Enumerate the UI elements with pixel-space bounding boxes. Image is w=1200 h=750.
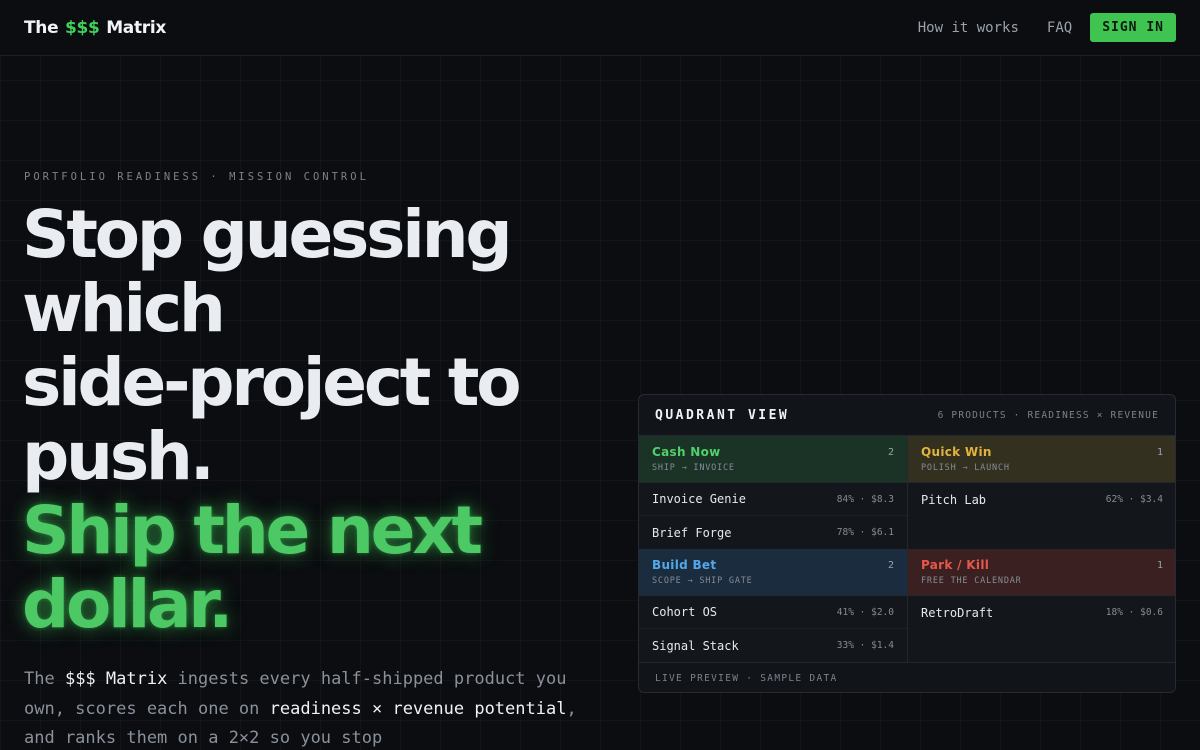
sign-in-button[interactable]: SIGN IN: [1090, 13, 1176, 42]
quadrant-name: Quick Win: [921, 445, 992, 459]
product-row[interactable]: RetroDraft 18% · $0.6: [908, 596, 1175, 629]
product-stat: 18% · $0.6: [1105, 607, 1163, 618]
quadrant-header: Cash Now SHIP → INVOICE 2: [639, 436, 907, 483]
quadrant-name: Build Bet: [652, 558, 717, 572]
nav-links: How it works FAQ SIGN IN: [918, 13, 1176, 42]
card-meta: 6 PRODUCTS · READINESS × REVENUE: [937, 409, 1159, 421]
product-name: Cohort OS: [652, 605, 718, 619]
top-nav: The $$$ Matrix How it works FAQ SIGN IN: [0, 0, 1200, 56]
hero-headline: Stop guessing which side-project to push…: [22, 198, 622, 642]
headline-line: side-project to: [22, 344, 522, 421]
brand-suffix: Matrix: [106, 17, 167, 38]
product-name: Brief Forge: [652, 525, 732, 540]
quadrant-subtitle: FREE THE CALENDAR: [921, 576, 1022, 586]
brand-logo[interactable]: The $$$ Matrix: [24, 18, 166, 38]
quadrant-name: Cash Now: [652, 445, 721, 459]
quadrant-build-bet: Build Bet SCOPE → SHIP GATE 2 Cohort OS …: [639, 549, 907, 662]
product-stat: 41% · $2.0: [836, 606, 894, 618]
card-footer: LIVE PREVIEW · SAMPLE DATA: [639, 662, 1175, 692]
product-stat: 62% · $3.4: [1105, 494, 1163, 505]
nav-link-how-it-works[interactable]: How it works: [918, 20, 1019, 36]
hero-eyebrow: PORTFOLIO READINESS · MISSION CONTROL: [24, 171, 369, 183]
product-name: Invoice Genie: [652, 492, 746, 506]
quadrant-header: Quick Win POLISH → LAUNCH 1: [908, 436, 1175, 483]
product-stat: 33% · $1.4: [836, 640, 894, 651]
quadrant-quick-win: Quick Win POLISH → LAUNCH 1 Pitch Lab 62…: [908, 436, 1175, 549]
product-name: Pitch Lab: [921, 492, 987, 507]
quadrant-subtitle: SHIP → INVOICE: [652, 463, 735, 473]
headline-line: push.: [22, 418, 215, 495]
body-highlight: readiness × revenue potential: [269, 698, 567, 719]
quadrant-park-kill: Park / Kill FREE THE CALENDAR 1 RetroDra…: [908, 549, 1175, 662]
headline-green-line: dollar.: [22, 566, 233, 643]
product-row[interactable]: Pitch Lab 62% · $3.4: [908, 483, 1175, 516]
body-highlight: $$$ Matrix: [64, 669, 168, 689]
brand-prefix: The: [24, 17, 59, 38]
quadrant-name: Park / Kill: [921, 558, 990, 572]
product-row[interactable]: Brief Forge 78% · $6.1: [639, 516, 907, 549]
nav-link-faq[interactable]: FAQ: [1047, 20, 1072, 36]
quadrant-cash-now: Cash Now SHIP → INVOICE 2 Invoice Genie …: [639, 436, 907, 549]
quadrant-count: 2: [887, 560, 894, 571]
headline-line: which: [22, 270, 226, 347]
card-header: QUADRANT VIEW 6 PRODUCTS · READINESS × R…: [639, 395, 1175, 436]
body-text: The: [24, 669, 65, 689]
quadrant-count: 2: [887, 447, 894, 458]
product-row[interactable]: Cohort OS 41% · $2.0: [639, 596, 907, 629]
product-name: Signal Stack: [652, 638, 739, 653]
product-stat: 84% · $8.3: [836, 493, 894, 505]
product-stat: 78% · $6.1: [836, 527, 894, 538]
brand-money: $$$: [64, 17, 100, 38]
quadrant-view-card: QUADRANT VIEW 6 PRODUCTS · READINESS × R…: [638, 394, 1176, 693]
quadrant-subtitle: SCOPE → SHIP GATE: [652, 576, 753, 586]
quadrant-subtitle: POLISH → LAUNCH: [921, 463, 1010, 473]
card-title: QUADRANT VIEW: [655, 407, 790, 423]
quadrant-header: Build Bet SCOPE → SHIP GATE 2: [639, 549, 907, 596]
quadrant-count: 1: [1156, 560, 1163, 571]
quadrant-grid: Cash Now SHIP → INVOICE 2 Invoice Genie …: [639, 436, 1175, 662]
headline-green-line: Ship the next: [22, 492, 483, 569]
product-row[interactable]: Invoice Genie 84% · $8.3: [639, 483, 907, 516]
quadrant-count: 1: [1156, 447, 1163, 458]
hero-body-copy: The $$$ Matrix ingests every half-shippe…: [24, 665, 584, 750]
headline-line: Stop guessing: [22, 196, 513, 273]
product-name: RetroDraft: [921, 605, 994, 620]
product-row[interactable]: Signal Stack 33% · $1.4: [639, 629, 907, 662]
quadrant-header: Park / Kill FREE THE CALENDAR 1: [908, 549, 1175, 596]
